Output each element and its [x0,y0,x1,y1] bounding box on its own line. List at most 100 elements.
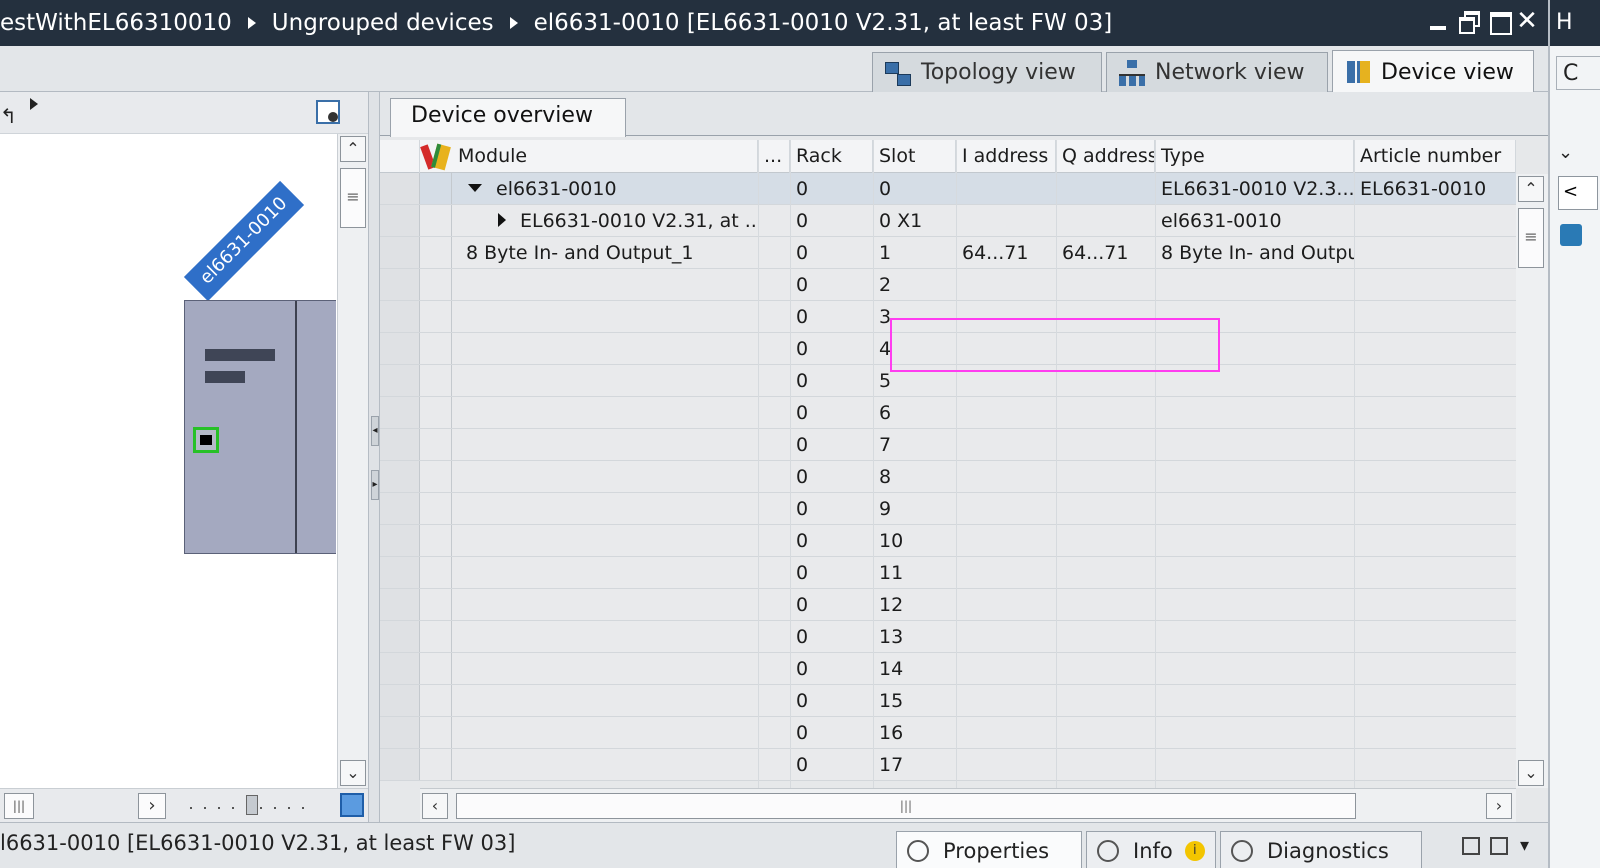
scroll-right-button[interactable]: › [1486,793,1512,819]
cell-rack[interactable]: 0 [790,589,873,621]
cell-rack[interactable]: 0 [790,717,873,749]
cell-module[interactable] [452,557,758,589]
table-row[interactable]: 0 16 [380,717,1516,749]
cell-module[interactable] [452,301,758,333]
right-strip-back-button[interactable]: < [1558,176,1598,210]
cell-q-address[interactable] [1056,621,1155,653]
cell-type[interactable] [1155,653,1354,685]
cell-i-address[interactable] [956,493,1056,525]
cell-i-address[interactable] [956,173,1056,205]
cell-q-address[interactable] [1056,397,1155,429]
cell-article[interactable] [1354,749,1516,781]
zoom-fit-icon[interactable] [340,793,364,817]
cell-module[interactable] [452,429,758,461]
cell-rack[interactable]: 0 [790,621,873,653]
float-window-icon[interactable] [1462,837,1480,855]
cell-slot[interactable]: 5 [873,365,956,397]
cell-article[interactable] [1354,621,1516,653]
tab-diagnostics[interactable]: Diagnostics [1220,831,1422,868]
cell-q-address[interactable] [1056,173,1155,205]
cell-i-address[interactable] [956,301,1056,333]
cell-i-address[interactable] [956,461,1056,493]
cell-slot[interactable]: 1 [873,237,956,269]
scroll-thumb[interactable] [340,168,366,228]
cell-article[interactable] [1354,397,1516,429]
table-row[interactable]: el6631-0010 0 0 EL6631-0010 V2.3... EL6631-0… [380,173,1516,205]
maximize-icon[interactable] [1488,10,1512,35]
cell-article[interactable] [1354,461,1516,493]
row-header[interactable] [380,557,420,588]
panel-layout-icon[interactable] [1490,837,1508,855]
cell-i-address[interactable] [956,525,1056,557]
cell-module[interactable] [452,621,758,653]
col-i-address[interactable]: I address [956,140,1056,173]
cell-type[interactable] [1155,717,1354,749]
cell-module[interactable] [452,685,758,717]
cell-article[interactable] [1354,685,1516,717]
table-row[interactable]: 0 17 [380,749,1516,781]
table-row[interactable]: 0 14 [380,653,1516,685]
scroll-up-button[interactable]: ⌃ [340,136,366,162]
cell-module[interactable]: 8 Byte In- and Output_1 [452,237,758,269]
cell-module[interactable] [452,749,758,781]
cell-i-address[interactable] [956,397,1056,429]
cell-article[interactable] [1354,333,1516,365]
cell-q-address[interactable] [1056,365,1155,397]
cell-article[interactable] [1354,717,1516,749]
close-icon[interactable]: ✕ [1516,8,1538,34]
cell-article[interactable] [1354,525,1516,557]
cell-module[interactable] [452,589,758,621]
cell-type[interactable] [1155,429,1354,461]
table-row[interactable]: 0 13 [380,621,1516,653]
zoom-slider-knob[interactable] [246,795,258,815]
col-type[interactable]: Type [1155,140,1354,173]
cell-slot[interactable]: 10 [873,525,956,557]
cell-module[interactable] [452,653,758,685]
col-article-number[interactable]: Article number [1354,140,1516,173]
cell-i-address[interactable] [956,557,1056,589]
cell-module[interactable] [452,717,758,749]
ethercat-port-icon[interactable] [193,427,219,453]
cell-slot[interactable]: 0 [873,173,956,205]
scroll-thumb[interactable]: ||| [456,793,1356,819]
scroll-down-button[interactable]: ⌄ [1518,760,1544,786]
cell-type[interactable] [1155,685,1354,717]
row-header[interactable] [380,173,420,204]
table-horizontal-scrollbar[interactable]: ‹ ||| › [420,788,1516,822]
cell-module[interactable] [452,333,758,365]
row-header[interactable] [380,717,420,748]
table-row[interactable]: 0 11 [380,557,1516,589]
cell-type[interactable] [1155,461,1354,493]
cell-rack[interactable]: 0 [790,173,873,205]
cell-rack[interactable]: 0 [790,685,873,717]
cell-slot[interactable]: 2 [873,269,956,301]
panel-splitter[interactable]: ◂ ▸ [368,92,380,822]
cell-rack[interactable]: 0 [790,301,873,333]
row-header[interactable] [380,461,420,492]
cell-type[interactable] [1155,557,1354,589]
cell-article[interactable] [1354,557,1516,589]
cell-rack[interactable]: 0 [790,205,873,237]
row-header[interactable] [380,205,420,236]
cell-i-address[interactable] [956,429,1056,461]
cell-i-address[interactable] [956,589,1056,621]
table-row[interactable]: 02 [380,269,1516,301]
device-module-graphic[interactable] [184,300,336,554]
cell-slot[interactable]: 16 [873,717,956,749]
table-row[interactable]: 0 15 [380,685,1516,717]
row-header[interactable] [380,589,420,620]
row-header[interactable] [380,397,420,428]
cell-q-address[interactable]: 64...71 [1056,237,1155,269]
cell-article[interactable] [1354,269,1516,301]
cell-slot[interactable]: 0 X1 [873,205,956,237]
row-header[interactable] [380,301,420,332]
cell-slot[interactable]: 11 [873,557,956,589]
cell-q-address[interactable] [1056,461,1155,493]
table-row[interactable]: 0 12 [380,589,1516,621]
row-header[interactable] [380,653,420,684]
cell-rack[interactable]: 0 [790,237,873,269]
cell-q-address[interactable] [1056,589,1155,621]
scroll-left-button[interactable]: ‹ [422,793,448,819]
table-row[interactable]: 09 [380,493,1516,525]
cell-rack[interactable]: 0 [790,429,873,461]
